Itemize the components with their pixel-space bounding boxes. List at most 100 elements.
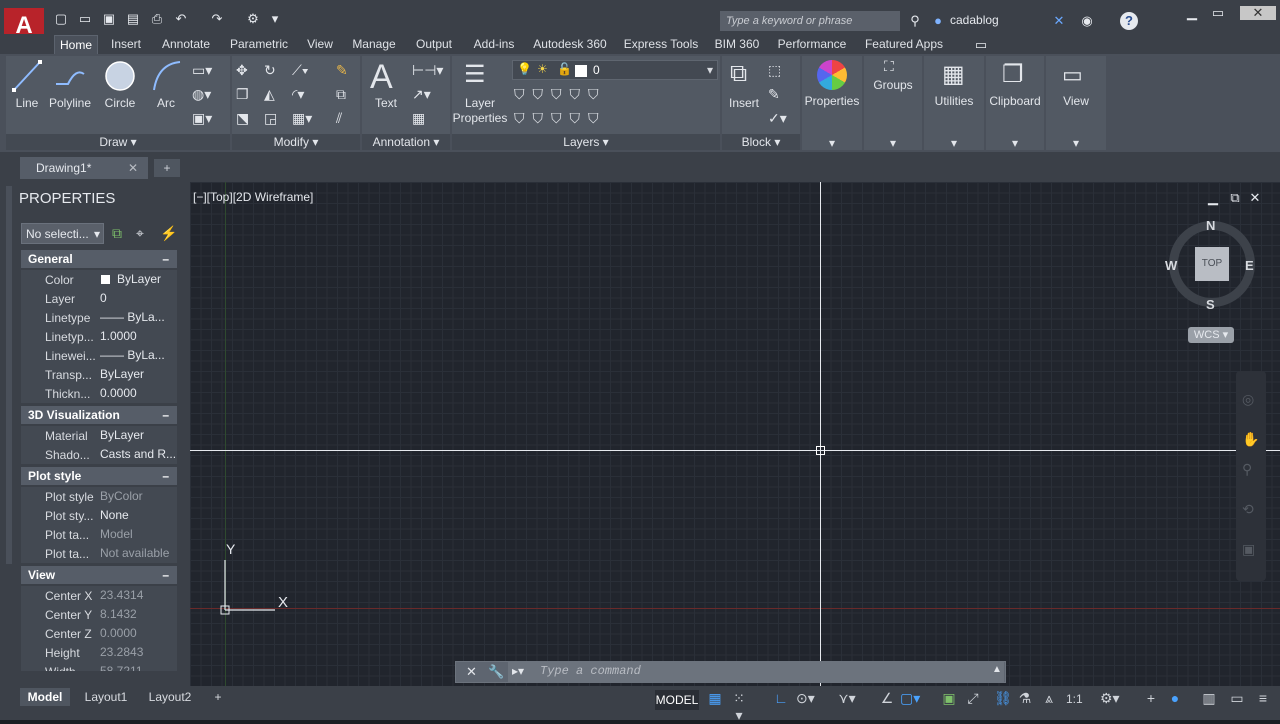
compass-west[interactable]: W <box>1165 258 1177 273</box>
annotation-monitor-icon[interactable]: + <box>1142 690 1160 706</box>
auto-scale-icon[interactable]: ⚗ <box>1016 690 1034 707</box>
hatch-icon[interactable]: ◍▾ <box>192 86 211 103</box>
property-row[interactable]: Shado... Casts and R... <box>21 445 177 464</box>
binoculars-icon[interactable]: ⚲ <box>906 12 924 30</box>
annotation-scale-icon[interactable]: ⩓ <box>1040 690 1058 707</box>
tab-express-tools[interactable]: Express Tools <box>620 35 702 54</box>
object-snap-icon[interactable]: ▢▾ <box>900 690 920 707</box>
property-row[interactable]: Color ByLayer <box>21 270 177 289</box>
collapse-icon[interactable]: – <box>162 406 169 424</box>
help-icon[interactable]: ? <box>1120 12 1138 30</box>
compass-south[interactable]: S <box>1206 297 1215 312</box>
explode-icon[interactable]: ⧉ <box>336 86 346 103</box>
property-row[interactable]: Linetype —— ByLa... <box>21 308 177 327</box>
move-icon[interactable]: ✥ <box>236 62 248 79</box>
close-icon[interactable]: ✕ <box>466 664 477 680</box>
view-folder-icon[interactable]: ▭ <box>1062 62 1083 88</box>
redo-icon[interactable]: ↷ <box>208 10 226 28</box>
snap-icon[interactable]: ⁙▾ <box>730 690 748 724</box>
polar-icon[interactable]: ⊙▾ <box>796 690 815 707</box>
leader-icon[interactable]: ↗▾ <box>412 86 431 103</box>
calculator-icon[interactable]: ▦ <box>942 60 965 89</box>
layer-dropdown[interactable]: 💡 ☀ 🔓 0 ▾ <box>512 60 718 80</box>
dimension-icon[interactable]: ⊢⊣▾ <box>412 62 443 79</box>
isodraft-icon[interactable]: ⋎▾ <box>838 690 856 707</box>
object-snap-tracking-icon[interactable]: ∠ <box>878 690 896 707</box>
clipboard-button[interactable]: Clipboard <box>984 94 1046 108</box>
stretch-icon[interactable]: ⬔ <box>236 110 249 127</box>
block-panel-title[interactable]: Block ▾ <box>722 134 800 150</box>
layer-properties-button[interactable]: Layer Properties <box>452 96 508 126</box>
insert-button[interactable]: Insert <box>724 96 764 110</box>
fillet-icon[interactable]: ◜▾ <box>292 86 304 103</box>
property-row[interactable]: Plot ta... Model <box>21 525 177 544</box>
property-row[interactable]: Plot sty... None <box>21 506 177 525</box>
model-space-button[interactable]: MODEL <box>655 690 699 710</box>
groups-icon[interactable]: ⛶ <box>884 58 894 75</box>
tab-autodesk-360[interactable]: Autodesk 360 <box>530 35 610 54</box>
customization-icon[interactable]: ≡ <box>1254 690 1272 706</box>
workspace-icon[interactable]: ⚙ <box>244 10 262 28</box>
rectangle-icon[interactable]: ▭▾ <box>192 62 212 79</box>
steering-wheel-icon[interactable]: ◎ <box>1242 391 1254 408</box>
lineweight-icon[interactable]: ▣ <box>940 690 958 707</box>
tab-manage[interactable]: Manage <box>348 35 400 54</box>
new-layout-icon[interactable]: + <box>206 688 230 706</box>
layer-properties-icon[interactable]: ☰ <box>464 60 486 89</box>
block-attributes-icon[interactable]: ✓▾ <box>768 110 787 127</box>
property-row[interactable]: Center X 23.4314 <box>21 586 177 605</box>
ribbon-options-icon[interactable]: ▭ <box>972 36 990 54</box>
minimize-icon[interactable]: ▁ <box>1180 6 1204 20</box>
customize-icon[interactable]: 🔧 <box>488 664 504 680</box>
drawing-canvas[interactable] <box>190 182 1280 686</box>
tab-bim-360[interactable]: BIM 360 <box>712 35 762 54</box>
section-header[interactable]: 3D Visualization – <box>21 406 177 424</box>
section-header[interactable]: View – <box>21 566 177 584</box>
section-header[interactable]: Plot style – <box>21 467 177 485</box>
property-row[interactable]: Transp... ByLayer <box>21 365 177 384</box>
annotation-scale-value[interactable]: 1:1 <box>1066 692 1083 706</box>
copy-icon[interactable]: ❐ <box>236 86 249 103</box>
scale-icon[interactable]: ◲ <box>264 110 277 127</box>
layer-tools-row1-icons[interactable]: ⛉⛉⛉⛉⛉ <box>514 86 607 103</box>
property-row[interactable]: Plot style ByColor <box>21 487 177 506</box>
table-icon[interactable]: ▦ <box>412 110 425 127</box>
tab-parametric[interactable]: Parametric <box>226 35 292 54</box>
property-row[interactable]: Linewei... —— ByLa... <box>21 346 177 365</box>
section-header[interactable]: General – <box>21 250 177 268</box>
workspace-switch-icon[interactable]: ⚙▾ <box>1100 690 1120 707</box>
qat-dropdown-icon[interactable]: ▾ <box>266 10 284 28</box>
property-row[interactable]: Center Z 0.0000 <box>21 624 177 643</box>
create-block-icon[interactable]: ⬚ <box>768 62 781 79</box>
viewport-controls-label[interactable]: [−][Top][2D Wireframe] <box>193 190 313 204</box>
viewport-close-icon[interactable]: ✕ <box>1246 191 1264 205</box>
layers-panel-title[interactable]: Layers ▾ <box>452 134 720 150</box>
offset-icon[interactable]: ⫽ <box>336 110 342 127</box>
command-history-icon[interactable]: ▲ <box>992 664 1002 675</box>
insert-block-icon[interactable]: ⧉ <box>730 60 747 88</box>
collapse-icon[interactable]: – <box>162 467 169 485</box>
collapse-icon[interactable]: – <box>162 250 169 268</box>
search-input[interactable]: Type a keyword or phrase <box>720 11 900 31</box>
user-icon[interactable]: ● <box>929 12 947 30</box>
a360-icon[interactable]: ◉ <box>1078 12 1096 30</box>
modify-panel-title[interactable]: Modify ▾ <box>232 134 360 150</box>
trim-icon[interactable]: ⟋▾ <box>292 62 309 79</box>
command-input[interactable]: Type a command <box>540 664 641 678</box>
clipboard-icon[interactable]: ❐ <box>1002 60 1024 89</box>
annotation-panel-title[interactable]: Annotation ▾ <box>362 134 450 150</box>
properties-color-wheel-icon[interactable] <box>817 60 847 90</box>
mirror-icon[interactable]: ◭ <box>264 86 275 103</box>
tab-performance[interactable]: Performance <box>772 35 852 54</box>
boundary-icon[interactable]: ▣▾ <box>192 110 212 127</box>
compass-north[interactable]: N <box>1206 218 1215 233</box>
collapse-icon[interactable]: – <box>162 566 169 584</box>
tab-output[interactable]: Output <box>410 35 458 54</box>
property-row[interactable]: Layer 0 <box>21 289 177 308</box>
tab-view[interactable]: View <box>302 35 338 54</box>
property-row[interactable]: Thickn... 0.0000 <box>21 384 177 403</box>
grid-icon[interactable]: ▦ <box>706 690 724 707</box>
clean-screen-icon[interactable]: ▭ <box>1228 690 1246 707</box>
recent-commands-icon[interactable]: ▸▾ <box>512 664 524 678</box>
array-icon[interactable]: ▦▾ <box>292 110 312 127</box>
